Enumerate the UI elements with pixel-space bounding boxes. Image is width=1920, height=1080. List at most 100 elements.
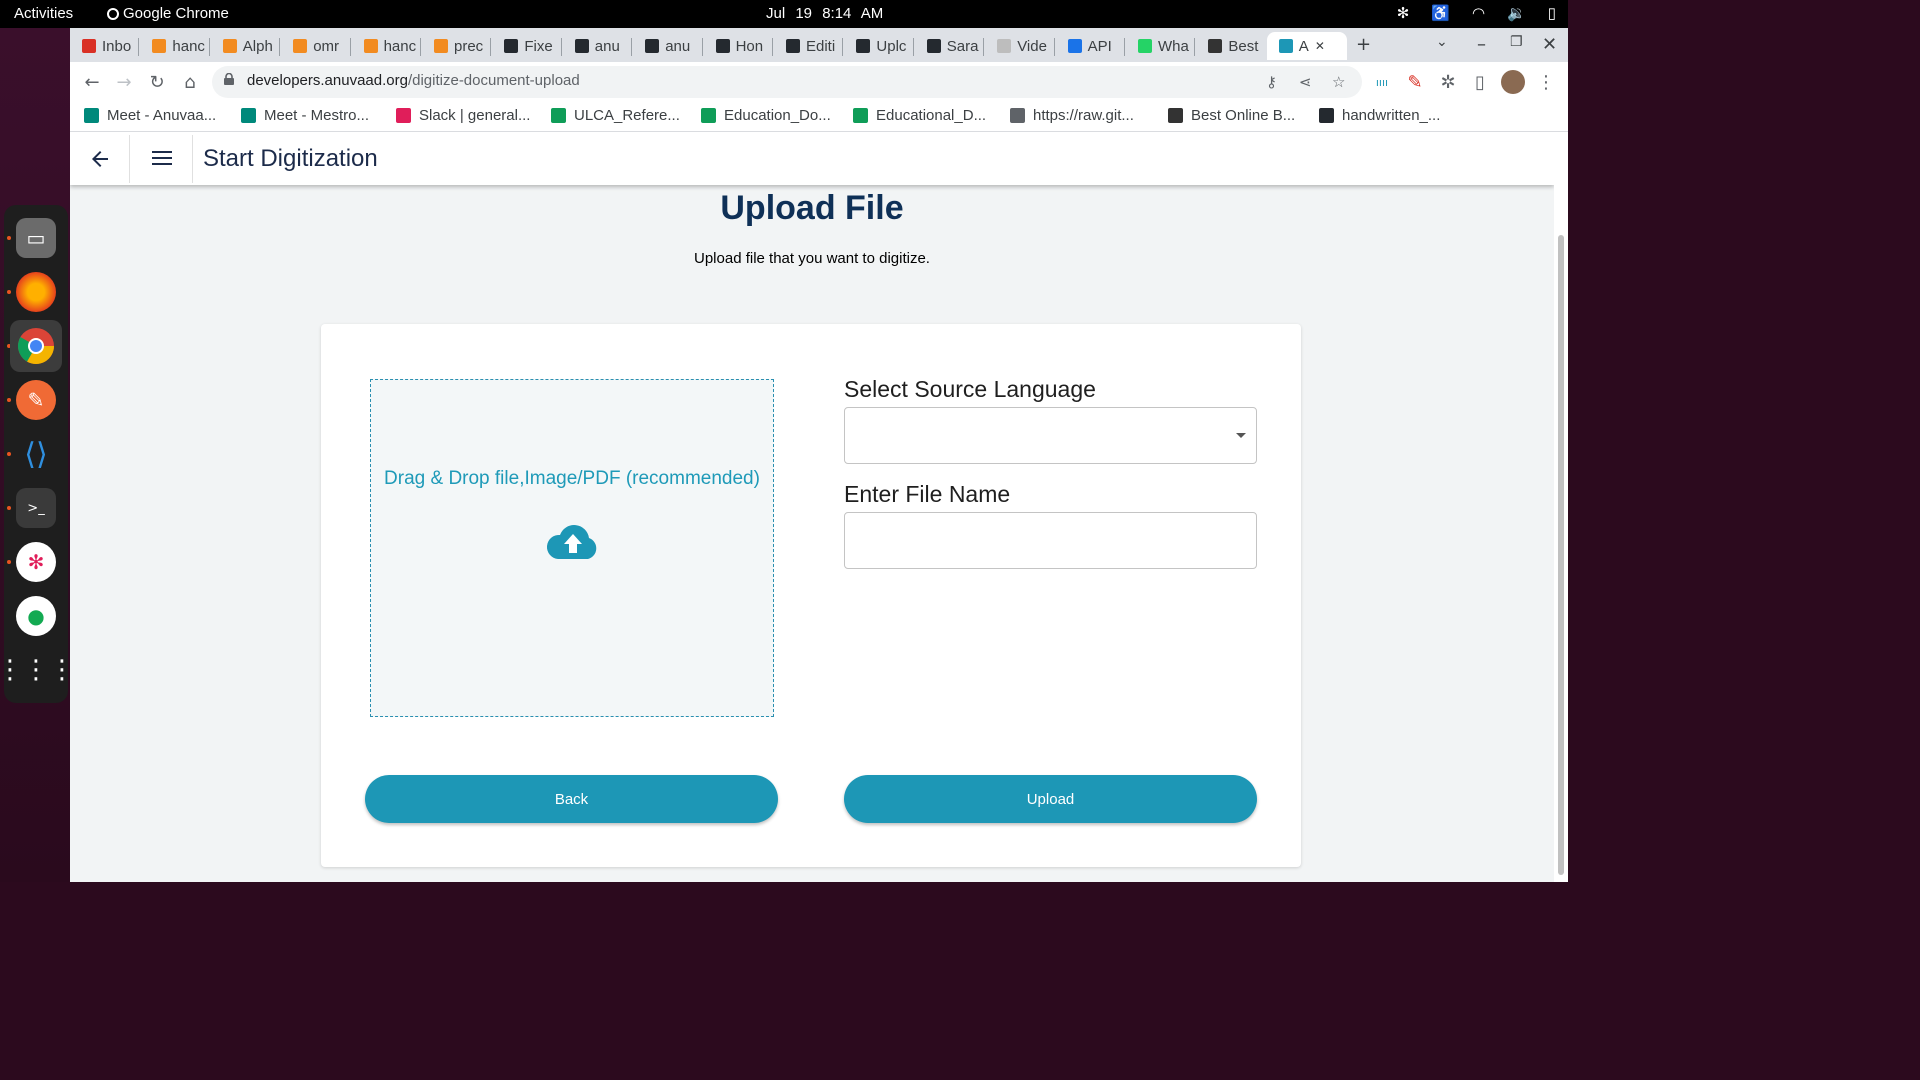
globe-icon [1010,108,1025,123]
anuvaad-extension-icon[interactable]: ıııı [1370,70,1394,94]
running-indicator [7,452,11,456]
bookmark-item[interactable]: Best Online B... [1168,107,1295,124]
tab-separator [349,38,351,56]
postman-icon[interactable]: ✎ [16,380,56,420]
browser-tab[interactable]: hanc [352,32,418,60]
whatsapp-icon [1138,39,1152,53]
slack-icon[interactable]: ✻ [16,542,56,582]
close-window-button[interactable]: ✕ [1542,34,1557,55]
files-icon[interactable]: ▭ [16,218,56,258]
bookmark-item[interactable]: Educational_D... [853,107,986,124]
browser-tab[interactable]: Hon [704,32,770,60]
accessibility-icon[interactable]: ♿ [1431,4,1450,22]
minimize-button[interactable]: – [1477,34,1486,55]
browser-tab[interactable]: omr [281,32,347,60]
tab-search-button[interactable]: ⌄ [1436,34,1448,50]
tab-label: hanc [172,37,205,55]
system-tray[interactable]: ✻ ♿ ◠ 🔉 ▯ [1397,4,1556,22]
browser-tab[interactable]: Inbo [70,32,136,60]
bookmark-item[interactable]: Slack | general... [396,107,530,124]
tab-separator [1053,38,1055,56]
tab-label: Editi [806,37,836,55]
browser-tab[interactable]: Uplc [844,32,910,60]
chrome-dock-icon[interactable] [10,320,62,372]
url-text[interactable]: developers.anuvaad.org/digitize-document… [247,72,580,89]
bookmark-item[interactable]: handwritten_... [1319,107,1440,124]
vscode-icon[interactable]: ⟨⟩ [16,434,56,474]
hamburger-menu-icon[interactable] [152,148,172,168]
restore-button[interactable]: ❐ [1510,34,1523,50]
browser-tab[interactable]: prec [422,32,488,60]
chrome-menu-icon[interactable]: ⋮ [1534,70,1558,94]
browser-tab[interactable]: Vide [985,32,1051,60]
profile-avatar[interactable] [1501,70,1525,94]
app-menu-label: Google Chrome [123,5,229,22]
tab-label: Uplc [876,37,907,55]
activities-button[interactable]: Activities [14,5,73,22]
tab-label: Hon [735,37,764,55]
share-icon[interactable]: ⋖ [1299,73,1312,91]
back-arrow-icon[interactable] [88,147,112,171]
side-panel-icon[interactable]: ▯ [1468,70,1492,94]
page-scrollbar[interactable] [1554,133,1568,882]
battery-icon[interactable]: ▯ [1548,4,1556,22]
mongodb-compass-icon[interactable]: ● [16,596,56,636]
firefox-icon[interactable] [16,272,56,312]
browser-tab[interactable]: Sara [915,32,981,60]
page-title: Start Digitization [203,145,378,172]
bookmark-item[interactable]: Meet - Anuvaa... [84,107,216,124]
clock[interactable]: Jul 19 8:14 AM [766,5,883,22]
tab-active[interactable]: A ✕ [1266,32,1347,60]
key-icon[interactable]: ⚷ [1266,73,1277,91]
lock-icon[interactable] [224,73,234,85]
sheets-icon [701,108,716,123]
tab-label: omr [313,37,340,55]
back-nav-icon[interactable]: ← [80,70,104,94]
wifi-icon[interactable]: ◠ [1472,4,1485,22]
tab-separator [701,38,703,56]
browser-tab[interactable]: API [1056,32,1122,60]
upload-button[interactable]: Upload [844,775,1257,823]
upload-heading: Upload File [720,189,904,227]
doc-icon [997,39,1012,53]
tab-separator [983,38,985,56]
tab-separator [208,38,210,56]
bookmark-item[interactable]: Meet - Mestro... [241,107,369,124]
volume-icon[interactable]: 🔉 [1507,4,1526,22]
tab-separator [1194,38,1196,56]
address-bar[interactable]: developers.anuvaad.org/digitize-document… [212,66,1362,98]
pen-extension-icon[interactable]: ✎ [1403,70,1427,94]
bookmark-item[interactable]: ULCA_Refere... [551,107,680,124]
browser-tab[interactable]: Editi [774,32,840,60]
file-name-input[interactable] [844,512,1257,569]
file-dropzone[interactable]: Drag & Drop file,Image/PDF (recommended) [370,379,774,717]
reload-icon[interactable]: ↻ [145,70,169,94]
browser-tab[interactable]: Wha [1126,32,1192,60]
back-button[interactable]: Back [365,775,778,823]
slack-tray-icon[interactable]: ✻ [1397,4,1410,22]
browser-tab[interactable]: anu [633,32,699,60]
anuvaad-icon [1278,39,1293,53]
tab-label: API [1087,37,1112,55]
app-menu[interactable]: Google Chrome [107,5,229,22]
star-icon[interactable]: ☆ [1332,73,1345,91]
scrollbar-thumb[interactable] [1558,235,1564,875]
globe-icon [1067,39,1082,53]
terminal-icon[interactable]: >_ [16,488,56,528]
bookmark-item[interactable]: https://raw.git... [1010,107,1134,124]
forward-nav-icon[interactable]: → [112,70,136,94]
source-language-select[interactable] [844,407,1257,464]
browser-tab[interactable]: Best [1196,32,1262,60]
extensions-icon[interactable]: ✲ [1436,70,1460,94]
new-tab-button[interactable]: + [1356,34,1371,55]
dock: ▭ ✎ ⟨⟩ >_ ✻ ● ⋮⋮⋮ [0,205,75,703]
browser-tab[interactable]: hanc [140,32,206,60]
browser-tab[interactable]: Fixe [492,32,558,60]
bookmark-item[interactable]: Education_Do... [701,107,831,124]
home-icon[interactable]: ⌂ [178,70,202,94]
browser-tab[interactable]: anu [563,32,629,60]
app-grid-icon[interactable]: ⋮⋮⋮ [0,650,75,690]
cloud-upload-icon[interactable] [546,522,600,562]
close-tab-icon[interactable]: ✕ [1315,39,1325,53]
browser-tab[interactable]: Alph [211,32,277,60]
